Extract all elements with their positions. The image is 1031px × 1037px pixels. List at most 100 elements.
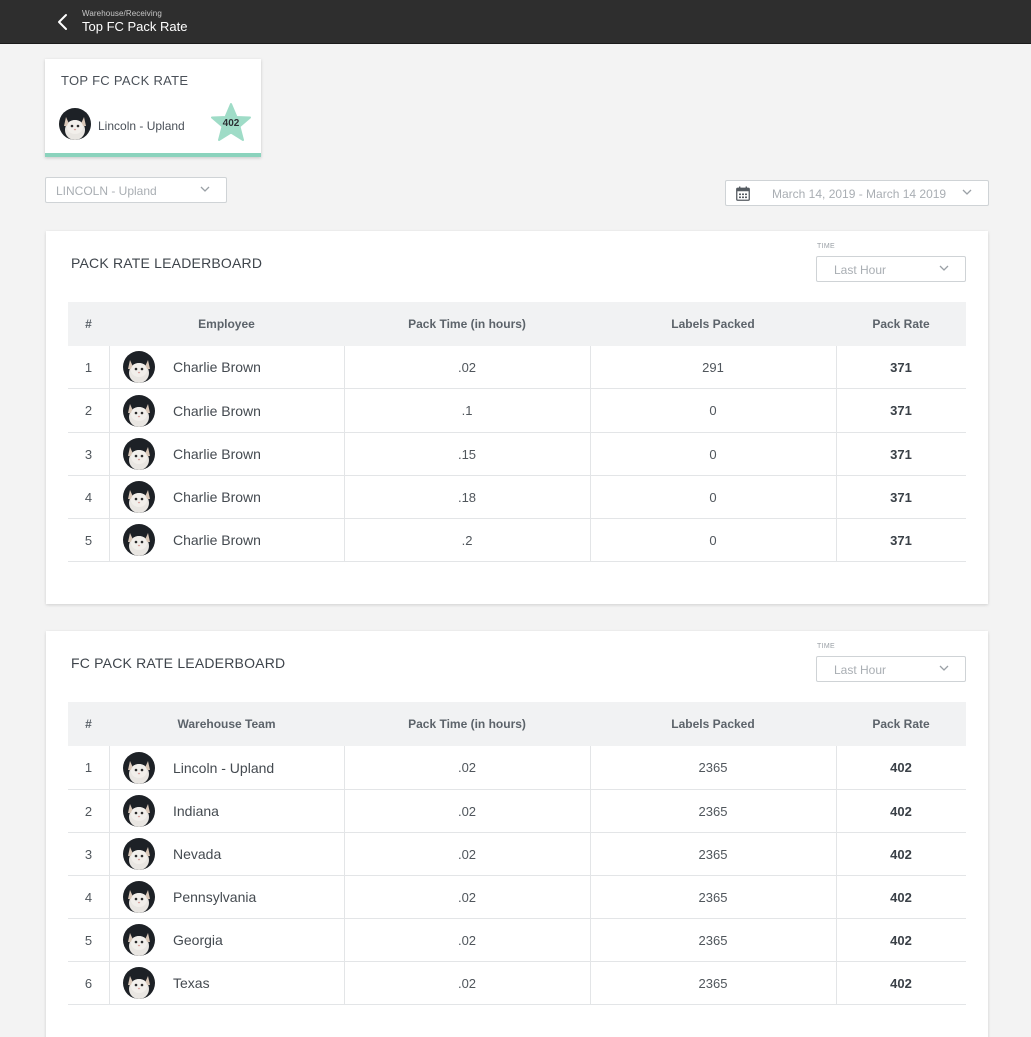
column-header[interactable]: Labels Packed	[590, 302, 836, 346]
chevron-left-icon[interactable]	[52, 10, 74, 34]
pack-time-cell: .02	[457, 975, 477, 991]
column-header[interactable]: Warehouse Team	[109, 702, 344, 746]
fc-pack-rate-leaderboard: FC PACK RATE LEADERBOARD TIME Last Hour …	[46, 631, 988, 1037]
column-divider	[109, 519, 110, 561]
labels-packed-cell: 2365	[698, 760, 728, 775]
table-row[interactable]: 1 Lincoln - Upland .02 2365 402	[68, 746, 966, 790]
date-range-select[interactable]: March 14, 2019 - March 14 2019	[725, 180, 989, 206]
table-row[interactable]: 5 Georgia .02 2365 402	[68, 919, 966, 962]
pack-rate-cell: 402	[890, 846, 912, 862]
column-divider	[590, 790, 591, 832]
rank-cell: 4	[84, 889, 93, 905]
name-text: Nevada	[173, 846, 222, 862]
leaderboard-table: # Warehouse Team Pack Time (in hours) Label…	[68, 702, 966, 1005]
time-select[interactable]: Last Hour	[816, 256, 966, 282]
pack-rate-cell: 402	[890, 760, 912, 775]
column-header[interactable]: #	[68, 702, 109, 746]
labels-packed-cell: 291	[702, 359, 724, 375]
table-row[interactable]: 2 Indiana .02 2365 402	[68, 790, 966, 833]
table-header: # Warehouse Team Pack Time (in hours) Label…	[68, 702, 966, 746]
top-fc-score: 402	[222, 118, 240, 129]
pack-rate-leaderboard: PACK RATE LEADERBOARD TIME Last Hour # Em…	[46, 231, 988, 604]
name-cell: Texas	[109, 962, 344, 1004]
column-header[interactable]: Pack Rate	[836, 702, 966, 746]
column-divider	[836, 790, 837, 832]
table-row[interactable]: 4 Pennsylvania .02 2365 402	[68, 876, 966, 919]
pack-rate-cell: 371	[890, 532, 912, 548]
pack-rate-cell: 371	[890, 359, 912, 375]
rank-cell: 6	[84, 975, 93, 991]
column-divider	[109, 876, 110, 918]
pack-rate-cell: 402	[890, 975, 912, 991]
name-text: Charlie Brown	[173, 359, 261, 375]
table-row[interactable]: 3 Charlie Brown .15 0 371	[68, 433, 966, 476]
column-divider	[109, 962, 110, 1004]
column-divider	[344, 876, 345, 918]
name-cell: Charlie Brown	[109, 389, 344, 432]
avatar	[59, 108, 91, 145]
table-row[interactable]: 6 Texas .02 2365 402	[68, 962, 966, 1005]
column-header[interactable]: Employee	[109, 302, 344, 346]
time-label: TIME	[817, 243, 835, 250]
column-divider	[109, 833, 110, 875]
rank-cell: 1	[84, 359, 93, 375]
top-fc-name: Lincoln - Upland	[98, 119, 185, 133]
name-text: Georgia	[173, 932, 223, 948]
rank-cell: 2	[84, 803, 93, 819]
labels-packed-cell: 2365	[698, 932, 728, 948]
column-divider	[836, 519, 837, 561]
column-divider	[344, 962, 345, 1004]
name-text: Texas	[173, 975, 210, 991]
table-row[interactable]: 3 Nevada .02 2365 402	[68, 833, 966, 876]
column-header[interactable]: Pack Rate	[836, 302, 966, 346]
chevron-down-icon	[962, 189, 972, 195]
column-divider	[590, 389, 591, 432]
column-divider	[836, 476, 837, 518]
time-select[interactable]: Last Hour	[816, 656, 966, 682]
app-header: Warehouse/Receiving Top FC Pack Rate	[0, 0, 1031, 44]
column-divider	[590, 833, 591, 875]
column-divider	[590, 476, 591, 518]
column-divider	[836, 746, 837, 789]
column-divider	[344, 433, 345, 475]
column-divider	[590, 919, 591, 961]
table-row[interactable]: 4 Charlie Brown .18 0 371	[68, 476, 966, 519]
column-divider	[109, 433, 110, 475]
rank-cell: 2	[84, 403, 93, 418]
avatar	[123, 524, 155, 559]
rank-cell: 3	[84, 446, 93, 462]
avatar	[123, 881, 155, 916]
column-header[interactable]: Labels Packed	[590, 702, 836, 746]
column-divider	[836, 962, 837, 1004]
location-select[interactable]: LINCOLN - Upland	[45, 177, 227, 203]
table-row[interactable]: 1 Charlie Brown .02 291 371	[68, 346, 966, 389]
labels-packed-cell: 0	[709, 489, 717, 505]
name-text: Lincoln - Upland	[173, 759, 275, 776]
avatar	[123, 751, 155, 787]
location-select-value: LINCOLN - Upland	[56, 184, 157, 198]
panel-title: PACK RATE LEADERBOARD	[71, 255, 263, 271]
column-divider	[109, 790, 110, 832]
pack-time-cell: .2	[461, 532, 473, 548]
column-divider	[344, 919, 345, 961]
column-divider	[590, 876, 591, 918]
rank-cell: 4	[84, 489, 93, 505]
table-row[interactable]: 2 Charlie Brown .1 0 371	[68, 389, 966, 433]
rank-cell: 5	[84, 932, 93, 948]
labels-packed-cell: 2365	[698, 846, 728, 862]
column-header[interactable]: #	[68, 302, 109, 346]
pack-time-cell: .15	[457, 446, 477, 462]
name-text: Charlie Brown	[173, 489, 261, 505]
pack-time-cell: .02	[457, 359, 477, 375]
panel-title: FC PACK RATE LEADERBOARD	[71, 655, 286, 671]
name-cell: Georgia	[109, 919, 344, 961]
column-header[interactable]: Pack Time (in hours)	[344, 702, 590, 746]
labels-packed-cell: 2365	[698, 975, 728, 991]
column-divider	[344, 833, 345, 875]
column-header[interactable]: Pack Time (in hours)	[344, 302, 590, 346]
chevron-down-icon	[200, 186, 210, 192]
table-row[interactable]: 5 Charlie Brown .2 0 371	[68, 519, 966, 562]
column-divider	[590, 962, 591, 1004]
pack-rate-cell: 371	[890, 403, 912, 418]
column-divider	[109, 389, 110, 432]
